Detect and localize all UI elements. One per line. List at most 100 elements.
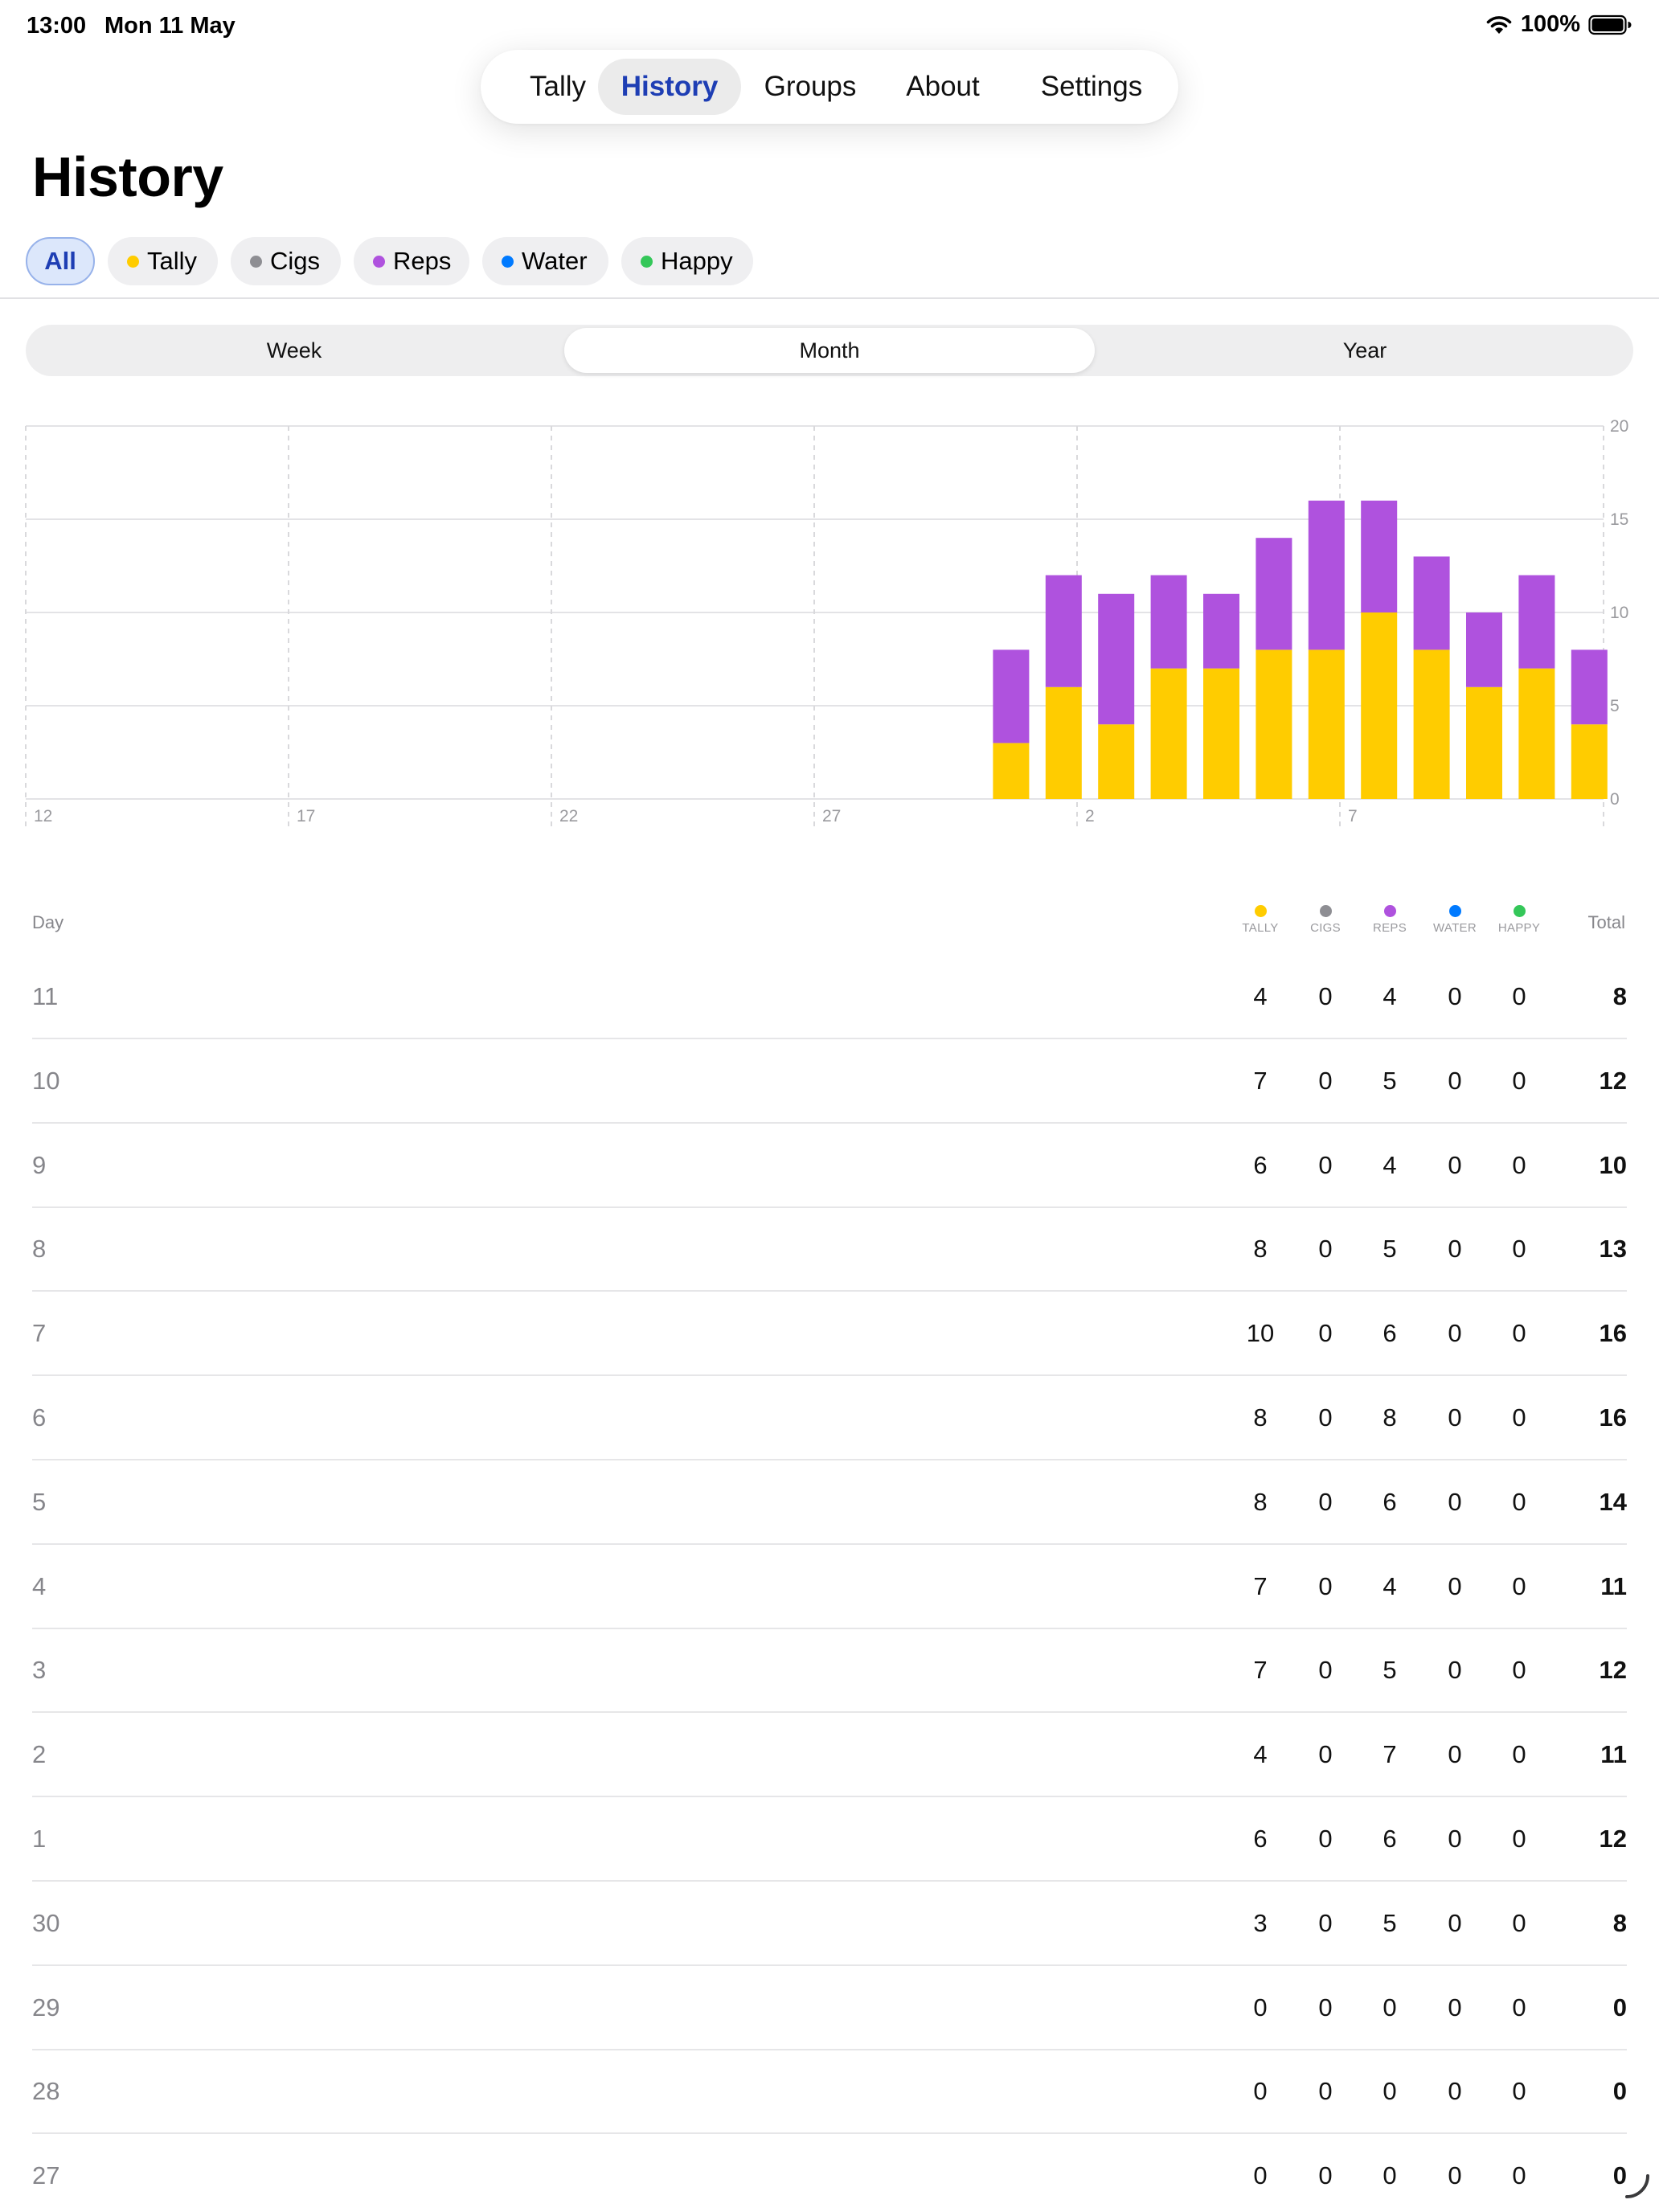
row-total: 11 — [1600, 1740, 1627, 1769]
row-value: 6 — [1253, 1825, 1268, 1853]
day-column-header: Day — [32, 912, 64, 932]
row-day: 29 — [32, 1993, 60, 2022]
table-row[interactable]: 30 3 0 5 0 0 8 — [0, 1882, 1659, 1966]
row-day: 9 — [32, 1150, 47, 1179]
cigs-color-dot — [250, 255, 262, 268]
x-tick-label: 12 — [34, 807, 52, 825]
row-value: 5 — [1382, 1066, 1397, 1095]
row-value: 0 — [1512, 1319, 1526, 1348]
row-value: 0 — [1318, 1908, 1333, 1937]
table-header: Day Tally Cigs Reps Water Happy Total — [0, 892, 1659, 940]
table-row[interactable]: 28 0 0 0 0 0 0 — [0, 2050, 1659, 2135]
table-row[interactable]: 29 0 0 0 0 0 0 — [0, 1966, 1659, 2050]
wifi-icon — [1485, 14, 1513, 35]
bar-segment-reps — [1571, 649, 1608, 725]
table-row[interactable]: 8 8 0 5 0 0 13 — [0, 1207, 1659, 1292]
cigs-color-dot — [1319, 905, 1332, 917]
tab-groups[interactable]: Groups — [746, 59, 875, 115]
filter-chip-water[interactable]: Water — [482, 237, 608, 285]
row-day: 28 — [32, 2077, 60, 2106]
row-value: 0 — [1448, 1235, 1462, 1264]
bar-segment-tally — [1466, 686, 1502, 799]
tab-settings[interactable]: Settings — [1018, 59, 1165, 115]
row-value: 0 — [1512, 1656, 1526, 1685]
row-value: 3 — [1253, 1908, 1268, 1937]
column-label: Water — [1433, 921, 1477, 935]
row-value: 0 — [1512, 1235, 1526, 1264]
row-value: 0 — [1512, 1825, 1526, 1853]
row-value: 7 — [1253, 1571, 1268, 1600]
y-tick-label: 5 — [1610, 697, 1620, 715]
column-label: Cigs — [1310, 921, 1341, 935]
bar-segment-tally — [993, 743, 1030, 799]
row-value: 0 — [1318, 1993, 1333, 2022]
y-tick-label: 20 — [1610, 417, 1628, 436]
segment-week[interactable]: Week — [29, 328, 559, 373]
row-day: 30 — [32, 1908, 60, 1937]
bar-segment-tally — [1413, 649, 1450, 799]
row-total: 13 — [1599, 1235, 1627, 1264]
filter-chip-label: Tally — [147, 247, 198, 275]
table-row[interactable]: 9 6 0 4 0 0 10 — [0, 1124, 1659, 1208]
filter-chip-cigs[interactable]: Cigs — [231, 237, 341, 285]
y-tick-label: 10 — [1610, 604, 1628, 622]
bar-segment-tally — [1256, 649, 1292, 799]
happy-column-header: Happy — [1491, 905, 1547, 935]
row-value: 0 — [1448, 1993, 1462, 2022]
row-day: 7 — [32, 1319, 47, 1348]
row-value: 0 — [1253, 2161, 1268, 2190]
row-value: 0 — [1382, 2161, 1397, 2190]
row-total: 0 — [1612, 1993, 1627, 2022]
tab-about[interactable]: About — [883, 59, 1003, 115]
segment-month[interactable]: Month — [564, 328, 1095, 373]
filter-chip-all[interactable]: All — [26, 237, 95, 285]
column-label: Tally — [1242, 921, 1279, 935]
column-label: Reps — [1372, 921, 1407, 935]
bar-segment-reps — [1098, 593, 1135, 725]
table-row[interactable]: 27 0 0 0 0 0 0 — [0, 2134, 1659, 2212]
row-value: 5 — [1382, 1908, 1397, 1937]
tab-bar: Tally History Groups About Settings — [481, 50, 1178, 124]
table-row[interactable]: 4 7 0 4 0 0 11 — [0, 1545, 1659, 1629]
table-row[interactable]: 11 4 0 4 0 0 8 — [0, 955, 1659, 1039]
table-row[interactable]: 1 6 0 6 0 0 12 — [0, 1797, 1659, 1882]
bar-segment-reps — [1308, 500, 1345, 650]
bar-segment-tally — [1518, 668, 1555, 799]
page-title: History — [32, 145, 223, 208]
row-value: 0 — [1253, 2077, 1268, 2106]
row-value: 0 — [1448, 1740, 1462, 1769]
table-row[interactable]: 10 7 0 5 0 0 12 — [0, 1039, 1659, 1124]
row-value: 4 — [1382, 1150, 1397, 1179]
filter-chip-reps[interactable]: Reps — [354, 237, 469, 285]
row-day: 5 — [32, 1487, 47, 1516]
tally-column-header: Tally — [1232, 905, 1288, 935]
row-value: 0 — [1382, 2077, 1397, 2106]
filter-chip-happy[interactable]: Happy — [621, 237, 753, 285]
table-row[interactable]: 3 7 0 5 0 0 12 — [0, 1628, 1659, 1714]
row-value: 8 — [1253, 1487, 1268, 1516]
filter-chip-tally[interactable]: Tally — [108, 237, 218, 285]
row-value: 5 — [1382, 1235, 1397, 1264]
bar-segment-tally — [1571, 724, 1608, 799]
bar-segment-reps — [1466, 612, 1502, 687]
y-tick-label: 0 — [1610, 790, 1620, 809]
row-value: 0 — [1512, 1066, 1526, 1095]
tab-history[interactable]: History — [598, 59, 741, 115]
table-row[interactable]: 7 10 0 6 0 0 16 — [0, 1292, 1659, 1377]
row-total: 8 — [1612, 1908, 1627, 1937]
row-total: 8 — [1612, 982, 1627, 1010]
row-day: 4 — [32, 1571, 47, 1600]
row-day: 11 — [32, 982, 59, 1010]
row-total: 14 — [1599, 1487, 1627, 1516]
row-value: 0 — [1448, 1656, 1462, 1685]
row-total: 10 — [1599, 1150, 1627, 1179]
x-tick-label: 27 — [822, 807, 841, 825]
row-value: 5 — [1382, 1656, 1397, 1685]
resize-handle-icon[interactable] — [1620, 2169, 1653, 2206]
segment-year[interactable]: Year — [1100, 328, 1630, 373]
filter-chip-label: Water — [522, 247, 588, 275]
table-row[interactable]: 2 4 0 7 0 0 11 — [0, 1713, 1659, 1798]
table-row[interactable]: 6 8 0 8 0 0 16 — [0, 1376, 1659, 1460]
table-row[interactable]: 5 8 0 6 0 0 14 — [0, 1460, 1659, 1545]
row-day: 8 — [32, 1235, 47, 1264]
